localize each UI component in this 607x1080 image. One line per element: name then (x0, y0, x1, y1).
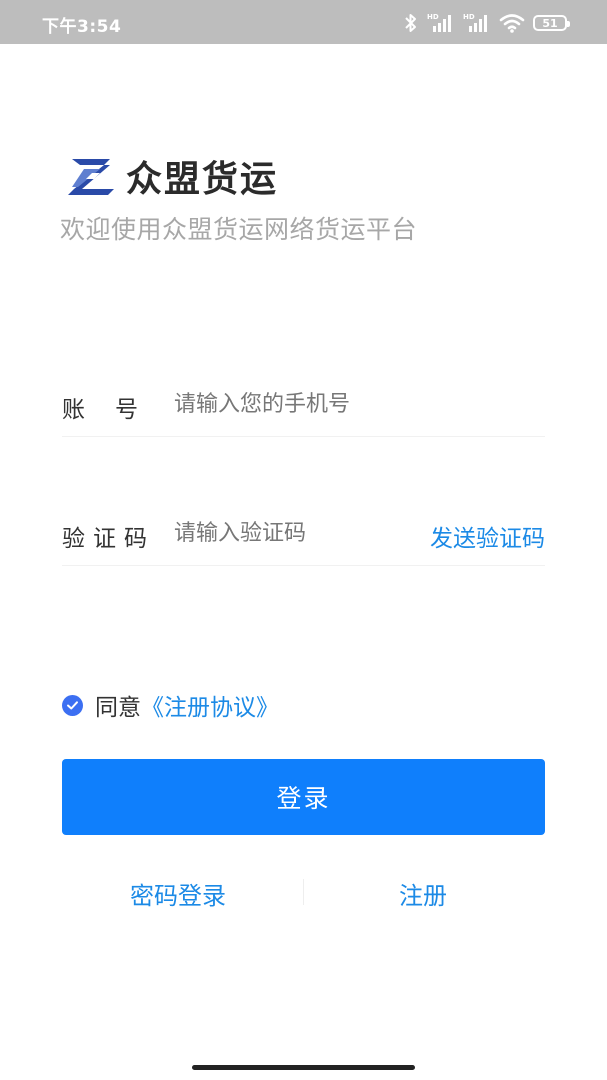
account-row: 账号 (62, 376, 545, 437)
zl-logo-icon (68, 159, 114, 195)
brand: 众盟货运 (66, 150, 278, 202)
register-link[interactable]: 注册 (399, 876, 447, 911)
status-time: 下午3:54 (42, 17, 122, 37)
signal-hd-icon: HD (463, 13, 487, 32)
brand-name: 众盟货运 (126, 159, 279, 200)
svg-text:HD: HD (427, 13, 439, 21)
agreement-link[interactable]: 《注册协议》 (141, 688, 279, 722)
login-button[interactable]: 登录 (62, 759, 545, 835)
svg-text:HD: HD (463, 13, 475, 21)
home-indicator[interactable] (192, 1065, 415, 1070)
status-icons: HD HD 51 (403, 10, 570, 36)
agreement-checkbox[interactable] (62, 694, 83, 716)
status-bar: 下午3:54 HD HD 51 (0, 0, 607, 44)
wifi-icon (499, 14, 525, 33)
bluetooth-icon (405, 14, 416, 32)
agreement-prefix: 同意 (95, 695, 141, 721)
code-row: 验证码 发送验证码 (62, 505, 545, 566)
code-input[interactable] (174, 513, 414, 553)
code-label: 验证码 (62, 526, 155, 552)
divider (303, 879, 304, 905)
battery-level: 51 (542, 16, 558, 30)
agreement: 同意 《注册协议》 (62, 688, 279, 722)
password-login-link[interactable]: 密码登录 (130, 876, 226, 911)
welcome-text: 欢迎使用众盟货运网络货运平台 (60, 215, 418, 244)
send-code-button[interactable]: 发送验证码 (430, 519, 545, 553)
phone-input[interactable] (174, 384, 414, 424)
account-label: 账号 (62, 397, 168, 423)
check-icon (67, 700, 78, 709)
battery-icon: 51 (533, 15, 570, 31)
signal-hd-icon: HD (427, 13, 451, 32)
